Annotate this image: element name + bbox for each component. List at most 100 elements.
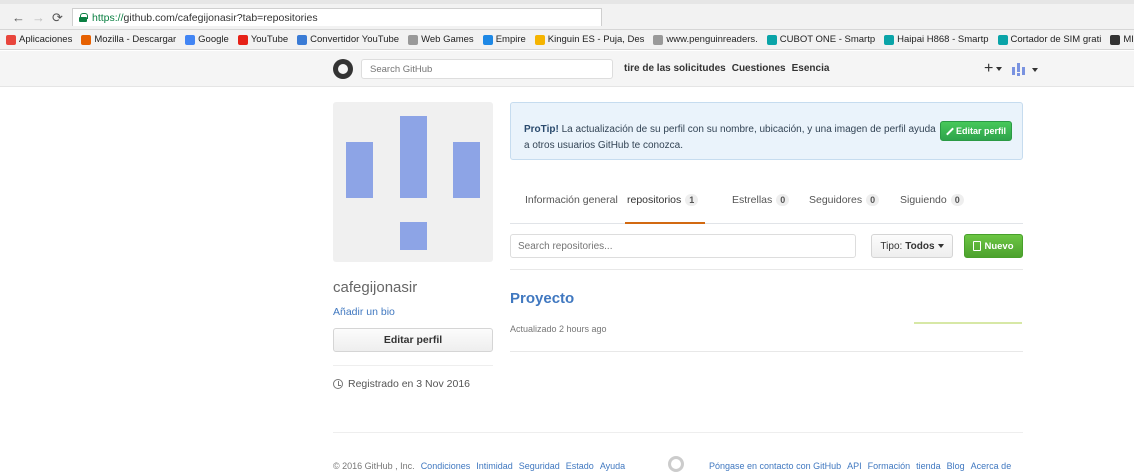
footer-link-training[interactable]: Formación	[868, 461, 911, 471]
tab-repositories[interactable]: repositorios 1	[625, 192, 705, 224]
forward-icon[interactable]: →	[32, 11, 45, 25]
repo-search-input[interactable]	[510, 234, 856, 258]
back-icon[interactable]: ←	[12, 11, 25, 25]
footer-link-security[interactable]: Seguridad	[519, 461, 560, 471]
bookmark-favicon-icon	[534, 34, 545, 45]
bookmark-favicon-icon	[185, 34, 196, 45]
tab-followers[interactable]: Seguidores 0	[809, 192, 880, 224]
bookmark-favicon-icon	[482, 34, 493, 45]
github-logo-icon[interactable]	[333, 59, 353, 79]
tab-stars-count: 0	[776, 194, 790, 206]
bookmark-item[interactable]: Kinguin ES - Puja, Des	[534, 34, 645, 45]
footer-link-status[interactable]: Estado	[566, 461, 594, 471]
footer-link-api[interactable]: API	[847, 461, 862, 471]
protip-text: ProTip! La actualización de su perfil co…	[524, 122, 944, 154]
bookmark-item[interactable]: Convertidor YouTube	[297, 34, 399, 45]
bookmark-item[interactable]: YouTube	[237, 34, 289, 45]
footer-link-shop[interactable]: tienda	[916, 461, 941, 471]
repo-link[interactable]: Proyecto	[510, 290, 574, 307]
footer-link-terms[interactable]: Condiciones	[421, 461, 471, 471]
bookmark-label: Mozilla - Descargar	[94, 34, 177, 45]
bookmark-item[interactable]: Google	[185, 34, 229, 45]
tab-strip	[0, 0, 1134, 4]
bookmark-item[interactable]: MIL ANUNCIOS.COM	[1110, 34, 1134, 45]
protip-banner: ProTip! La actualización de su perfil co…	[510, 102, 1023, 160]
tab-stars[interactable]: Estrellas 0	[732, 192, 790, 224]
type-filter-button[interactable]: Tipo: Todos	[871, 234, 953, 258]
bookmark-favicon-icon	[997, 34, 1008, 45]
bookmark-label: CUBOT ONE - Smartp	[779, 34, 876, 45]
profile-avatar[interactable]	[333, 102, 493, 262]
bookmark-label: Google	[198, 34, 229, 45]
tab-overview[interactable]: Información general	[525, 192, 618, 224]
protip-body: La actualización de su perfil con su nom…	[524, 124, 936, 151]
type-filter-value: Todos	[905, 240, 935, 252]
bookmark-item[interactable]: CUBOT ONE - Smartp	[766, 34, 876, 45]
protip-button-label: Editar perfil	[955, 126, 1006, 136]
nav-pull-requests[interactable]: tire de las solicitudes	[624, 63, 726, 74]
url-path: github.com/cafegijonasir?tab=repositorie…	[123, 11, 318, 24]
join-date-text: Registrado en 3 Nov 2016	[348, 378, 470, 390]
footer-link-about[interactable]: Acerca de	[971, 461, 1012, 471]
address-bar[interactable]: https://github.com/cafegijonasir?tab=rep…	[72, 8, 602, 26]
divider	[333, 365, 493, 366]
bookmark-label: Kinguin ES - Puja, Des	[547, 34, 645, 45]
bookmark-item[interactable]: Mozilla - Descargar	[81, 34, 176, 45]
bookmarks-bar: Aplicaciones Mozilla - Descargar Google You…	[0, 30, 1134, 50]
bookmark-item[interactable]: Empire	[482, 34, 526, 45]
bookmark-item[interactable]: Haipai H868 - Smartp	[884, 34, 989, 45]
bookmark-item[interactable]: Web Games	[408, 34, 474, 45]
footer-left: © 2016 GitHub , Inc. Condiciones Intimid…	[333, 461, 625, 471]
profile-tabs: Información general repositorios 1 Estrel…	[510, 192, 1023, 224]
bookmark-label: YouTube	[250, 34, 289, 45]
footer-link-help[interactable]: Ayuda	[600, 461, 625, 471]
browser-toolbar: ← → ⟳ https://github.com/cafegijonasir?t…	[0, 0, 1134, 30]
repo-icon	[973, 241, 982, 251]
bookmark-item[interactable]: Cortador de SIM grati	[997, 34, 1102, 45]
tab-following-count: 0	[950, 194, 964, 206]
edit-profile-button[interactable]: Editar perfil	[333, 328, 493, 352]
new-repo-button[interactable]: Nuevo	[964, 234, 1023, 258]
tab-repositories-count: 1	[685, 194, 699, 206]
activity-sparkline	[914, 322, 1022, 324]
bookmark-favicon-icon	[297, 34, 308, 45]
bookmark-label: Empire	[495, 34, 526, 45]
new-repo-label: Nuevo	[984, 240, 1014, 252]
bookmark-label: Cortador de SIM grati	[1010, 34, 1102, 45]
bookmark-favicon-icon	[653, 34, 664, 45]
bookmark-item[interactable]: www.penguinreaders.	[653, 34, 758, 45]
footer-link-blog[interactable]: Blog	[947, 461, 965, 471]
github-search-input[interactable]	[361, 59, 613, 79]
bookmark-favicon-icon	[766, 34, 777, 45]
header-nav: tire de las solicitudes Cuestiones Esenc…	[624, 63, 829, 74]
create-new-menu[interactable]: +	[984, 60, 1003, 78]
footer-copyright: © 2016 GitHub , Inc.	[333, 461, 415, 471]
nav-issues[interactable]: Cuestiones	[732, 63, 786, 74]
user-avatar-menu[interactable]	[1012, 63, 1026, 76]
repo-updated-time: Actualizado 2 hours ago	[510, 324, 607, 334]
url-scheme: https://	[92, 11, 124, 24]
tab-repositories-label: repositorios	[627, 194, 682, 206]
bookmark-label: www.penguinreaders.	[666, 34, 758, 45]
github-mark-icon[interactable]	[668, 456, 684, 472]
nav-gist[interactable]: Esencia	[792, 63, 830, 74]
bookmark-favicon-icon	[6, 34, 16, 45]
tab-following[interactable]: Siguiendo 0	[900, 192, 964, 224]
bookmark-label: Aplicaciones	[19, 34, 73, 45]
lock-icon	[79, 13, 88, 22]
type-filter-label: Tipo:	[880, 240, 903, 252]
avatar-chevron-icon[interactable]	[1032, 68, 1038, 72]
bookmark-label: Web Games	[421, 34, 474, 45]
bookmark-label: Haipai H868 - Smartp	[897, 34, 989, 45]
add-bio-link[interactable]: Añadir un bio	[333, 306, 395, 318]
bookmark-label: MIL ANUNCIOS.COM	[1123, 34, 1134, 45]
bookmark-favicon-icon	[1110, 34, 1121, 45]
bookmark-favicon-icon	[81, 34, 92, 45]
bookmark-item[interactable]: Aplicaciones	[6, 34, 72, 45]
reload-icon[interactable]: ⟳	[52, 11, 63, 25]
footer-link-privacy[interactable]: Intimidad	[476, 461, 513, 471]
footer-link-contact[interactable]: Póngase en contacto con GitHub	[709, 461, 841, 471]
join-date: Registrado en 3 Nov 2016	[333, 378, 470, 390]
protip-edit-profile-button[interactable]: Editar perfil	[940, 121, 1012, 141]
chevron-down-icon	[996, 66, 1003, 71]
